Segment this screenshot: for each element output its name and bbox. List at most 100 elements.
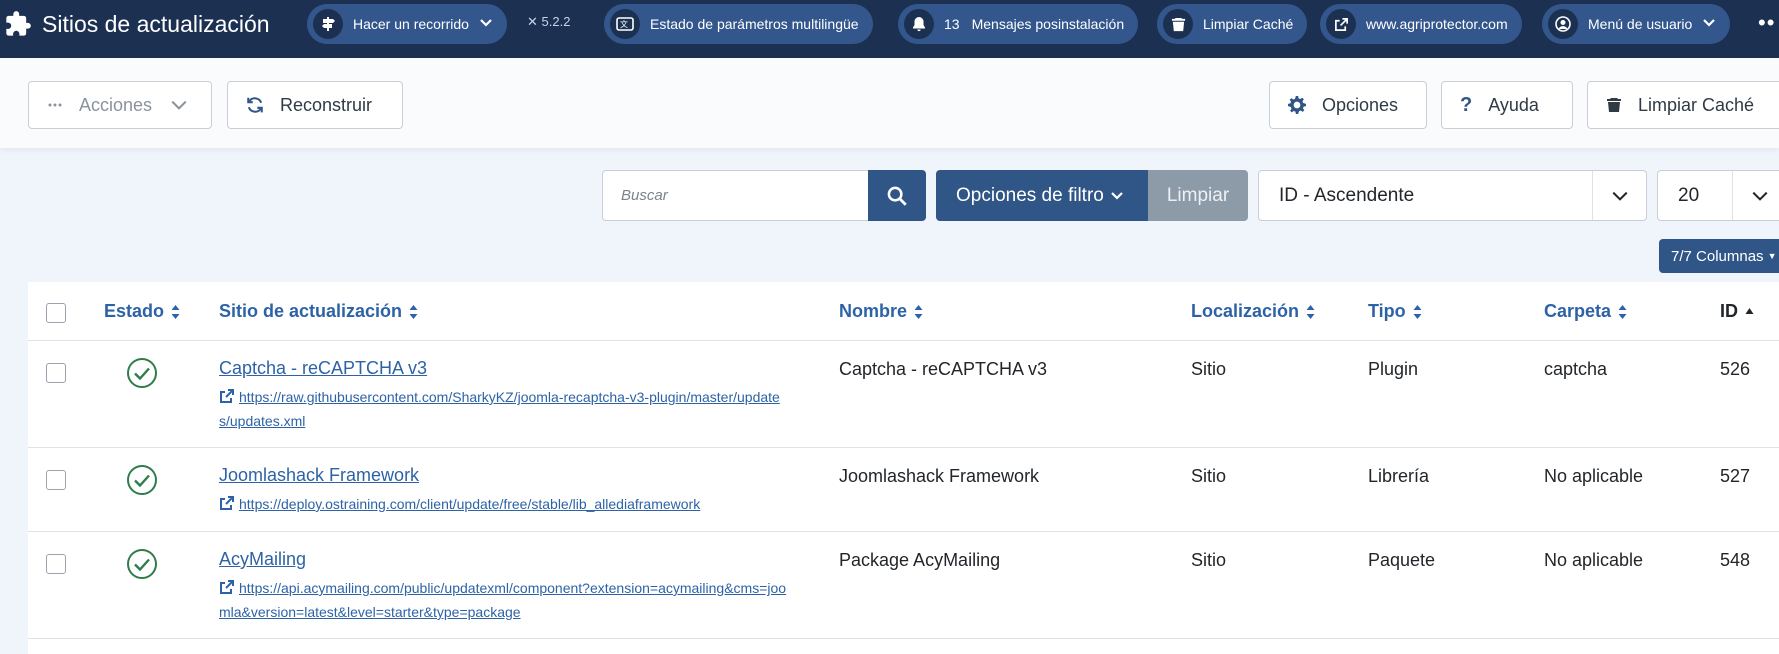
signpost-icon — [313, 9, 343, 39]
type-cell: Librería — [1368, 466, 1430, 486]
search-placeholder: Buscar — [621, 187, 668, 204]
header-clear-cache-button[interactable]: Limpiar Caché — [1157, 4, 1308, 44]
external-link-icon — [1326, 9, 1356, 39]
clear-filters-button[interactable]: Limpiar — [1148, 170, 1248, 221]
id-cell: 526 — [1720, 359, 1751, 379]
select-all-checkbox[interactable] — [46, 303, 66, 323]
sort-icon — [913, 304, 924, 320]
row-checkbox[interactable] — [46, 470, 66, 490]
check-circle-icon[interactable] — [126, 357, 158, 389]
update-site-link[interactable]: Joomlashack Framework — [219, 465, 419, 486]
ellipsis-icon — [47, 97, 63, 113]
row-checkbox[interactable] — [46, 554, 66, 574]
column-header-type-label: Tipo — [1368, 301, 1406, 321]
type-cell: Paquete — [1368, 550, 1436, 570]
update-site-url-text: https://api.acymailing.com/public/update… — [219, 580, 787, 620]
rebuild-label: Reconstruir — [280, 94, 373, 115]
page-title: Sitios de actualización — [42, 11, 270, 37]
location-cell: Sitio — [1191, 466, 1227, 486]
gear-icon — [1288, 96, 1306, 114]
caret-down-icon: ▼ — [1767, 251, 1777, 261]
more-menu-icon[interactable]: •• — [1758, 10, 1775, 36]
trash-icon — [1163, 9, 1193, 39]
columns-toggle-button[interactable]: 7/7 Columnas ▼ — [1659, 239, 1779, 273]
sort-icon — [408, 304, 419, 320]
check-circle-icon[interactable] — [126, 464, 158, 496]
view-site-button[interactable]: www.agriprotector.com — [1320, 4, 1522, 44]
language-icon: 文 — [610, 9, 640, 39]
name-cell: Package AcyMailing — [839, 550, 1001, 570]
folder-cell: captcha — [1544, 359, 1608, 379]
filter-options-button[interactable]: Opciones de filtro — [936, 170, 1148, 221]
update-site-link[interactable]: AcyMailing — [219, 549, 306, 570]
joomla-icon: ✕ — [527, 14, 542, 29]
rebuild-button[interactable]: Reconstruir — [227, 81, 403, 129]
table-row: Captcha - reCAPTCHA v3 https://raw.githu… — [28, 341, 1779, 448]
clear-cache-label: Limpiar Caché — [1638, 94, 1755, 115]
chevron-down-icon — [1592, 171, 1646, 220]
ordering-select[interactable]: ID - Ascendente — [1258, 170, 1647, 221]
folder-cell: No aplicable — [1544, 466, 1644, 486]
folder-cell: No aplicable — [1544, 550, 1644, 570]
actions-dropdown[interactable]: Acciones — [28, 81, 212, 129]
limit-value: 20 — [1678, 184, 1700, 206]
multilingual-status-button[interactable]: 文 Estado de parámetros multilingüe — [604, 4, 873, 44]
column-header-folder[interactable]: Carpeta — [1544, 301, 1628, 322]
name-cell: Captcha - reCAPTCHA v3 — [839, 359, 1048, 379]
update-site-link[interactable]: Captcha - reCAPTCHA v3 — [219, 358, 427, 379]
update-site-url-text: https://raw.githubusercontent.com/Sharky… — [219, 389, 780, 429]
search-button[interactable] — [868, 170, 926, 221]
column-header-id-label: ID — [1720, 301, 1738, 321]
sort-asc-icon — [1744, 307, 1755, 317]
location-cell: Sitio — [1191, 359, 1227, 379]
update-site-url[interactable]: https://deploy.ostraining.com/client/upd… — [219, 493, 789, 517]
user-menu-label: Menú de usuario — [1588, 16, 1693, 32]
app-header: Sitios de actualización Hacer un recorri… — [0, 0, 1779, 58]
postinstall-label: Mensajes posinstalación — [971, 16, 1125, 32]
search-input[interactable]: Buscar — [602, 170, 868, 221]
filter-options-label: Opciones de filtro — [956, 184, 1104, 206]
column-header-update-site[interactable]: Sitio de actualización — [219, 301, 419, 322]
limit-select[interactable]: 20 — [1657, 170, 1779, 221]
multilingual-status-label: Estado de parámetros multilingüe — [650, 16, 859, 32]
postinstall-count: 13 — [944, 16, 960, 32]
svg-text:文: 文 — [620, 19, 628, 29]
options-label: Opciones — [1322, 94, 1399, 115]
guided-tour-label: Hacer un recorrido — [353, 16, 469, 32]
toolbar: Acciones Reconstruir Opciones ? Ayuda Li… — [0, 58, 1779, 148]
column-header-id[interactable]: ID — [1720, 301, 1755, 322]
sort-icon — [1305, 304, 1316, 320]
user-menu-button[interactable]: Menú de usuario — [1542, 4, 1731, 44]
help-button[interactable]: ? Ayuda — [1441, 81, 1573, 129]
column-header-name[interactable]: Nombre — [839, 301, 924, 322]
column-header-type[interactable]: Tipo — [1368, 301, 1423, 322]
clear-filters-label: Limpiar — [1166, 184, 1230, 206]
options-button[interactable]: Opciones — [1269, 81, 1427, 129]
update-site-url[interactable]: https://api.acymailing.com/public/update… — [219, 577, 789, 623]
external-link-icon — [219, 495, 235, 517]
version-label: 5.2.2 — [541, 14, 571, 29]
clear-cache-button[interactable]: Limpiar Caché — [1587, 81, 1779, 129]
type-cell: Plugin — [1368, 359, 1419, 379]
check-circle-icon[interactable] — [126, 548, 158, 580]
column-header-status[interactable]: Estado — [104, 301, 181, 322]
site-link-label: www.agriprotector.com — [1366, 16, 1508, 32]
puzzle-icon — [6, 11, 31, 36]
name-cell: Joomlashack Framework — [839, 466, 1040, 486]
column-header-location-label: Localización — [1191, 301, 1300, 321]
id-cell: 548 — [1720, 550, 1751, 570]
column-header-location[interactable]: Localización — [1191, 301, 1316, 322]
row-checkbox[interactable] — [46, 363, 66, 383]
column-header-name-label: Nombre — [839, 301, 908, 321]
column-header-update-site-label: Sitio de actualización — [219, 301, 403, 321]
guided-tour-button[interactable]: Hacer un recorrido — [307, 4, 507, 44]
update-site-url[interactable]: https://raw.githubusercontent.com/Sharky… — [219, 386, 789, 432]
table-row: AcyMailing https://api.acymailing.com/pu… — [28, 532, 1779, 639]
question-icon: ? — [1460, 93, 1473, 116]
column-header-status-label: Estado — [104, 301, 165, 321]
table-header: Estado Sitio de actualización Nombre Loc… — [28, 282, 1779, 341]
table-row: Joomlashack Framework https://deploy.ost… — [28, 448, 1779, 532]
search-icon — [887, 186, 907, 206]
postinstall-messages-button[interactable]: 13 Mensajes posinstalación — [898, 4, 1139, 44]
user-icon — [1548, 9, 1578, 39]
